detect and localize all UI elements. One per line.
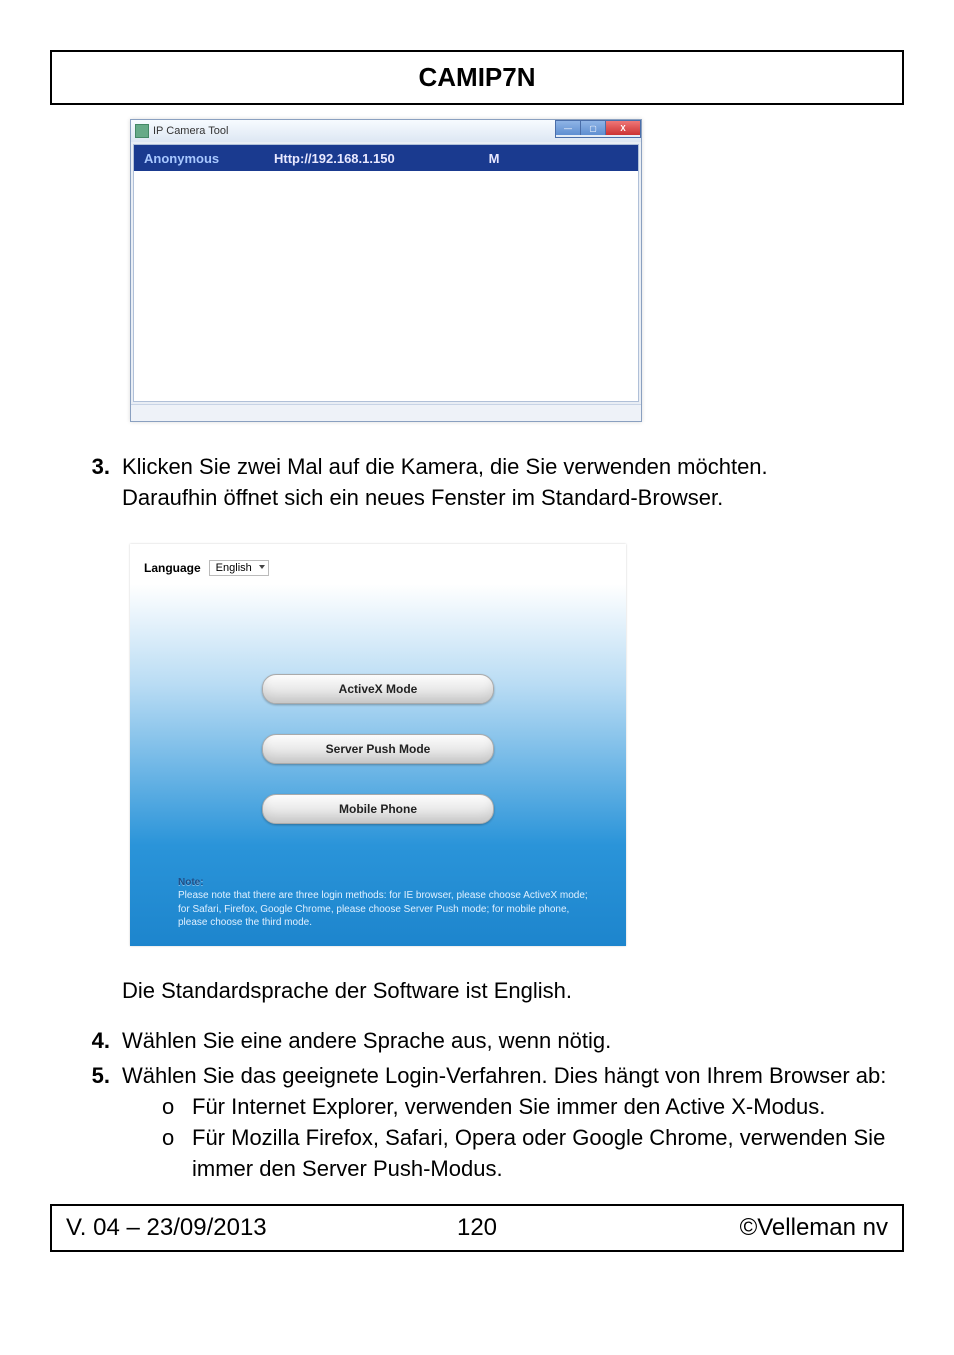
camera-list-empty-area (134, 171, 638, 401)
activex-mode-button[interactable]: ActiveX Mode (262, 674, 494, 704)
footer-version: V. 04 – 23/09/2013 (66, 1214, 417, 1242)
page-header-title: CAMIP7N (50, 50, 904, 105)
step-text: Wählen Sie eine andere Sprache aus, wenn… (122, 1026, 904, 1057)
bullet-icon: o (162, 1092, 192, 1123)
step-text: Klicken Sie zwei Mal auf die Kamera, die… (122, 454, 768, 479)
body-text: Die Standardsprache der Software ist Eng… (122, 978, 572, 1003)
step-text: Daraufhin öffnet sich ein neues Fenster … (122, 485, 723, 510)
camera-list-row[interactable]: Anonymous Http://192.168.1.150 M (134, 145, 638, 171)
bullet-icon: o (162, 1123, 192, 1185)
note-title: Note: (178, 877, 204, 888)
window-statusbar (131, 404, 641, 421)
chevron-down-icon (259, 565, 265, 569)
camera-url: Http://192.168.1.150 (274, 151, 474, 166)
camera-flag: M (474, 151, 514, 166)
step-number: 5. (50, 1061, 122, 1184)
close-button[interactable]: X (606, 121, 640, 135)
window-titlebar: IP Camera Tool — ▢ X (131, 120, 641, 142)
language-value: English (216, 562, 252, 574)
substep-text: Für Mozilla Firefox, Safari, Opera oder … (192, 1123, 904, 1185)
screenshot-login-page: Language English ActiveX Mode Server Pus… (130, 544, 904, 946)
window-controls: — ▢ X (555, 120, 641, 138)
page-footer: V. 04 – 23/09/2013 120 ©Velleman nv (50, 1204, 904, 1252)
language-select[interactable]: English (209, 560, 269, 576)
maximize-button[interactable]: ▢ (581, 121, 606, 135)
login-note: Note: Please note that there are three l… (178, 876, 596, 930)
note-body: Please note that there are three login m… (178, 890, 588, 928)
step-text: Wählen Sie das geeignete Login-Verfahren… (122, 1063, 886, 1088)
language-label: Language (144, 561, 201, 575)
mobile-phone-button[interactable]: Mobile Phone (262, 794, 494, 824)
window-title: IP Camera Tool (153, 125, 228, 137)
step-number: 4. (50, 1026, 122, 1057)
camera-name: Anonymous (144, 151, 274, 166)
step-number: 3. (50, 452, 122, 514)
substep-text: Für Internet Explorer, verwenden Sie imm… (192, 1092, 904, 1123)
footer-page-number: 120 (417, 1214, 537, 1242)
server-push-mode-button[interactable]: Server Push Mode (262, 734, 494, 764)
minimize-button[interactable]: — (556, 121, 581, 135)
footer-copyright: ©Velleman nv (537, 1214, 888, 1242)
app-icon (135, 124, 149, 138)
screenshot-ip-camera-tool: IP Camera Tool — ▢ X Anonymous Http://19… (130, 119, 642, 422)
